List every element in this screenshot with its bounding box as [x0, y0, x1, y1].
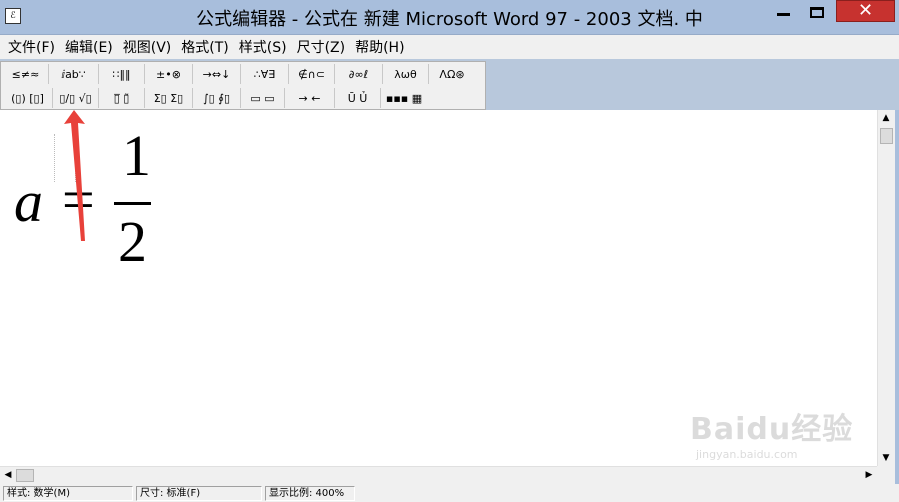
maximize-icon	[810, 6, 824, 18]
vertical-scroll-thumb[interactable]	[880, 128, 893, 144]
menu-edit[interactable]: 编辑(E)	[60, 37, 118, 57]
menu-view[interactable]: 视图(V)	[118, 37, 177, 57]
product-templates-button[interactable]: Ū Ủ	[335, 88, 381, 108]
menu-file[interactable]: 文件(F)	[0, 37, 60, 57]
greek-uppercase-button[interactable]: ΛΩ⊛	[429, 64, 475, 84]
watermark-url: jingyan.baidu.com	[696, 448, 798, 461]
horizontal-scrollbar[interactable]: ◀ ▶	[0, 466, 877, 484]
status-bar: 样式: 数学(M) 尺寸: 标准(F) 显示比例: 400%	[0, 484, 899, 502]
operator-symbols-button[interactable]: ±•⊗	[145, 64, 193, 84]
spaces-ellipses-button[interactable]: ⅈab∵	[49, 64, 99, 84]
status-style: 样式: 数学(M)	[3, 485, 133, 501]
integral-templates-button[interactable]: ∫▯ ∮▯	[193, 88, 241, 108]
scroll-down-icon[interactable]: ▼	[878, 452, 894, 464]
minimize-icon	[776, 12, 790, 16]
underbar-templates-button[interactable]: ▭ ▭	[241, 88, 285, 108]
close-button[interactable]: ✕	[836, 0, 895, 22]
summation-templates-button[interactable]: Σ▯ Σ▯	[145, 88, 193, 108]
menu-size[interactable]: 尺寸(Z)	[292, 37, 351, 57]
horizontal-scroll-thumb[interactable]	[16, 469, 34, 482]
subscript-templates-button[interactable]: ▯̅ ▯̃	[99, 88, 145, 108]
menu-format[interactable]: 格式(T)	[176, 37, 233, 57]
equation-palette: ≤≠≈ ⅈab∵ ∷‖‖ ±•⊗ →⇔↓ ∴∀∃ ∉∩⊂ ∂∞ℓ λωθ ΛΩ⊛…	[0, 61, 486, 110]
close-icon: ✕	[857, 0, 874, 21]
scroll-right-icon[interactable]: ▶	[861, 469, 877, 481]
status-size: 尺寸: 标准(F)	[136, 485, 262, 501]
fraction-denominator[interactable]: 2	[118, 208, 147, 275]
maximize-button[interactable]	[802, 0, 832, 24]
scroll-up-icon[interactable]: ▲	[878, 112, 894, 124]
fraction-template-button[interactable]: ▯∕▯ √▯	[53, 88, 99, 108]
vertical-scrollbar[interactable]: ▲ ▼	[877, 110, 895, 466]
misc-symbols-button[interactable]: ∂∞ℓ	[335, 64, 383, 84]
arrow-symbols-button[interactable]: →⇔↓	[193, 64, 241, 84]
greek-lowercase-button[interactable]: λωθ	[383, 64, 429, 84]
window-border	[895, 110, 899, 484]
labeled-arrow-templates-button[interactable]: → ←	[285, 88, 335, 108]
logical-symbols-button[interactable]: ∴∀∃	[241, 64, 289, 84]
relational-symbols-button[interactable]: ≤≠≈	[3, 64, 49, 84]
template-palette-row: (▯) [▯] ▯∕▯ √▯ ▯̅ ▯̃ Σ▯ Σ▯ ∫▯ ∮▯ ▭ ▭ → ←…	[3, 87, 427, 109]
equation-editor-window: ℰ 公式编辑器 - 公式在 新建 Microsoft Word 97 - 200…	[0, 0, 899, 502]
minimize-button[interactable]	[768, 0, 798, 24]
watermark-logo-text: Baidu经验	[690, 412, 854, 447]
formula-variable[interactable]: a	[14, 168, 43, 235]
status-zoom: 显示比例: 400%	[265, 485, 355, 501]
matrix-templates-button[interactable]: ▪▪▪ ▦	[381, 88, 427, 108]
menu-bar: 文件(F) 编辑(E) 视图(V) 格式(T) 样式(S) 尺寸(Z) 帮助(H…	[0, 35, 899, 59]
symbol-palette-row: ≤≠≈ ⅈab∵ ∷‖‖ ±•⊗ →⇔↓ ∴∀∃ ∉∩⊂ ∂∞ℓ λωθ ΛΩ⊛	[3, 63, 475, 85]
title-bar[interactable]: ℰ 公式编辑器 - 公式在 新建 Microsoft Word 97 - 200…	[0, 0, 899, 35]
scroll-left-icon[interactable]: ◀	[0, 469, 16, 481]
arrow-shape	[64, 110, 85, 241]
red-arrow-annotation-icon	[64, 110, 85, 241]
window-title: 公式编辑器 - 公式在 新建 Microsoft Word 97 - 2003 …	[196, 9, 703, 30]
fraction-bar	[114, 202, 151, 205]
fence-templates-button[interactable]: (▯) [▯]	[3, 88, 53, 108]
baidu-watermark: Baidu经验 jingyan.baidu.com	[690, 404, 853, 461]
menu-help[interactable]: 帮助(H)	[350, 37, 409, 57]
toolbar-area: ≤≠≈ ⅈab∵ ∷‖‖ ±•⊗ →⇔↓ ∴∀∃ ∉∩⊂ ∂∞ℓ λωθ ΛΩ⊛…	[0, 59, 899, 110]
embellishments-button[interactable]: ∷‖‖	[99, 64, 145, 84]
set-theory-symbols-button[interactable]: ∉∩⊂	[289, 64, 335, 84]
fraction-numerator[interactable]: 1	[122, 122, 151, 189]
menu-style[interactable]: 样式(S)	[234, 37, 292, 57]
